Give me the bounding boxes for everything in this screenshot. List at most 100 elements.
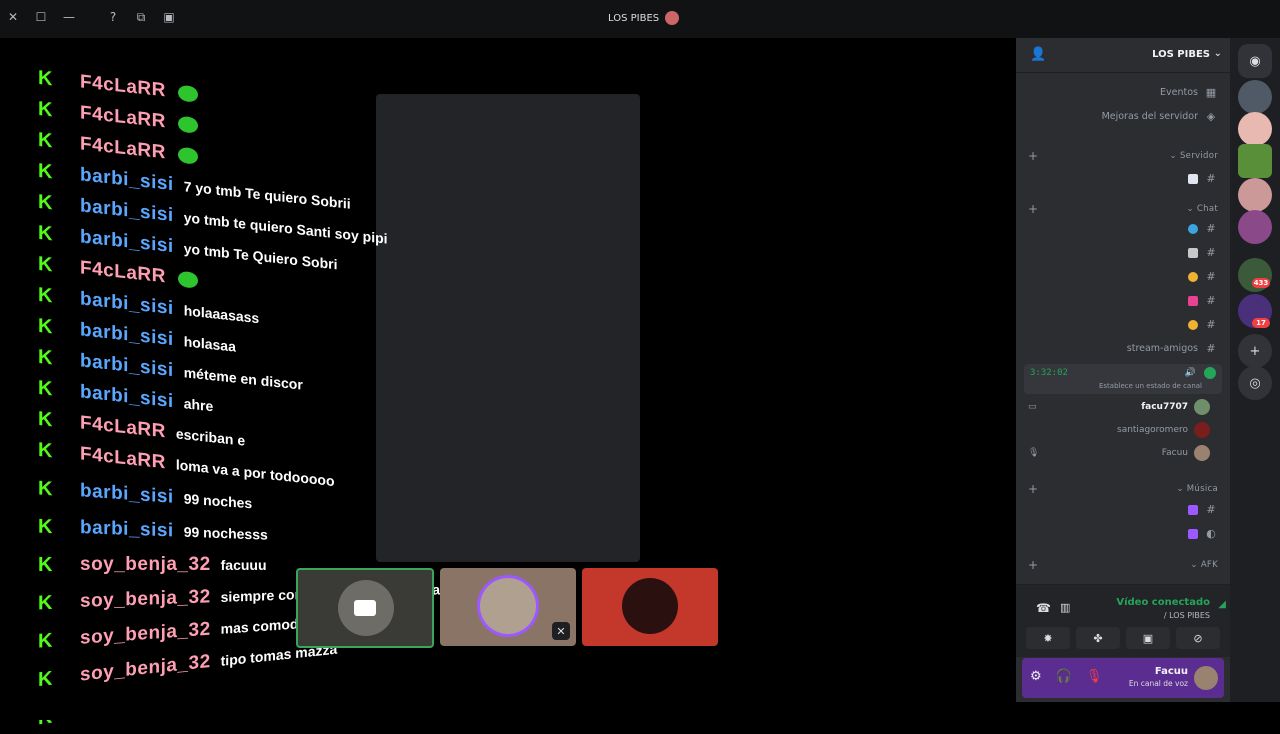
voice-user[interactable]: santiagoromero (1117, 422, 1210, 438)
server-name: LOS PIBES (1152, 49, 1210, 60)
participant-tile-2[interactable]: ✕ (440, 568, 576, 646)
channel-emoji-icon (1188, 319, 1198, 330)
bottom-strip (0, 702, 1280, 720)
user-status: En canal de voz (1128, 679, 1188, 688)
add-server-icon[interactable]: + (1238, 334, 1272, 368)
channel-emoji-icon (1188, 247, 1198, 258)
channel-stream-amigos[interactable]: stream-amigos # (1127, 342, 1218, 355)
chat-username: soy_benja_32 (80, 618, 211, 649)
channel-item[interactable]: # (1188, 294, 1218, 307)
category-servidor[interactable]: ⌄ Servidor (1170, 151, 1218, 161)
hashtag-icon: # (1206, 342, 1216, 355)
user-name[interactable]: Facuu (1155, 666, 1188, 677)
signal-icon[interactable]: ◢ (1218, 599, 1226, 610)
participant-tile-3[interactable] (582, 568, 718, 646)
user-controls: ⚙ 🎧 🎙 (1030, 669, 1102, 684)
voice-user-name: santiagoromero (1117, 425, 1188, 435)
screen-share-button[interactable]: ▣ (1126, 627, 1170, 649)
close-icon[interactable]: ✕ (6, 10, 20, 24)
voice-user[interactable]: Facuu (1162, 445, 1210, 461)
disconnect-icon[interactable]: ☎ (1036, 601, 1051, 615)
channel-item[interactable]: ◐ (1188, 527, 1218, 540)
add-channel-icon[interactable]: + (1028, 149, 1038, 163)
add-channel-icon[interactable]: + (1028, 202, 1038, 216)
voice-user-name: Facuu (1161, 448, 1188, 458)
server-icon[interactable] (1238, 144, 1272, 178)
chat-message-text: méteme en discor (183, 363, 303, 393)
kick-logo-icon: K (38, 97, 53, 121)
add-channel-icon[interactable]: + (1028, 482, 1038, 496)
channel-item[interactable]: # (1188, 246, 1218, 259)
kick-logo-icon: K (38, 159, 53, 183)
chat-message-text: 99 noches (183, 490, 253, 511)
server-icon[interactable] (1238, 178, 1272, 212)
user-avatar[interactable] (1194, 666, 1218, 690)
server-header[interactable]: 👤 LOS PIBES ⌄ (1016, 38, 1230, 73)
calendar-icon: ▦ (1205, 86, 1217, 99)
server-icon[interactable] (1238, 80, 1272, 114)
channel-status[interactable]: Establece un estado de canal (1099, 382, 1202, 390)
mic-muted-icon: ✕ (552, 622, 570, 640)
maximize-icon[interactable]: ☐ (34, 10, 48, 24)
help-icon[interactable]: ? (106, 10, 120, 24)
channel-item[interactable]: # (1188, 318, 1218, 331)
inbox-icon[interactable]: ▣ (162, 10, 176, 24)
kick-logo-icon: K (38, 591, 53, 614)
kick-logo-icon: K (38, 66, 53, 90)
kick-logo-icon: K (38, 438, 53, 462)
voice-user[interactable]: facu7707 (1141, 399, 1210, 415)
invite-people-icon[interactable]: 👤 (1030, 47, 1046, 62)
active-voice-channel[interactable]: 3:32:02 🔊 Establece un estado de canal (1024, 364, 1222, 394)
channel-emoji-icon (1188, 271, 1198, 282)
mic-muted-icon: 🎙 (1028, 448, 1040, 458)
participant-tiles: ✕ (296, 568, 718, 648)
connection-title[interactable]: Vídeo conectado (1116, 597, 1210, 608)
chat-username: barbi_sisi (80, 516, 174, 541)
kick-logo-icon: K (38, 553, 53, 576)
boosts-label: Mejoras del servidor (1101, 111, 1198, 122)
channel-item[interactable]: # (1188, 222, 1218, 235)
voice-connection-panel: ☎ ▥ Vídeo conectado / LOS PIBES ◢ ✸ ✤ ▣ … (1016, 584, 1230, 657)
chat-emote-icon (177, 270, 198, 289)
channel-item[interactable]: # (1188, 172, 1218, 185)
events-item[interactable]: Eventos ▦ (1160, 86, 1218, 99)
category-label: Servidor (1179, 151, 1218, 161)
boosts-item[interactable]: Mejoras del servidor ◈ (1102, 110, 1218, 123)
category-label: Música (1186, 484, 1218, 494)
mention-badge: 433 (1252, 278, 1270, 288)
participant-avatar-speaking (480, 578, 536, 634)
category-chat[interactable]: ⌄ Chat (1186, 204, 1218, 214)
mic-muted-icon[interactable]: 🎙 (1086, 669, 1103, 684)
chat-message-text: holaaasass (183, 301, 260, 326)
headphones-icon[interactable]: 🎧 (1056, 669, 1072, 684)
server-rail: ◉ 433 17 + ◎ (1230, 38, 1280, 702)
popout-icon[interactable]: ⧉ (134, 10, 148, 24)
add-channel-icon[interactable]: + (1028, 558, 1038, 572)
kick-logo-icon: K (38, 476, 53, 500)
channel-item[interactable]: # (1188, 270, 1218, 283)
settings-gear-icon[interactable]: ⚙ (1030, 669, 1042, 684)
camera-off-button[interactable]: ⊘ (1176, 627, 1220, 649)
channel-item[interactable]: # (1188, 503, 1218, 516)
chat-message-text: holasaa (183, 332, 236, 355)
participant-tile-camera[interactable] (296, 568, 434, 648)
channel-emoji-icon (1188, 528, 1198, 539)
connection-subtitle[interactable]: / LOS PIBES (1164, 611, 1210, 620)
chevron-down-icon: ⌄ (1213, 48, 1222, 59)
voice-user-avatar (1194, 422, 1210, 438)
server-avatar-icon (665, 11, 680, 25)
category-musica[interactable]: ⌄ Música (1176, 484, 1218, 494)
voice-user-avatar (1194, 445, 1210, 461)
category-afk[interactable]: ⌄ AFK (1190, 560, 1218, 570)
kick-logo-icon: K (38, 314, 53, 338)
category-label: Chat (1196, 204, 1218, 214)
discord-home-icon[interactable]: ◉ (1238, 44, 1272, 78)
activities-button[interactable]: ✤ (1076, 627, 1120, 649)
noise-suppression-icon[interactable]: ▥ (1060, 601, 1070, 614)
soundboard-button[interactable]: ✸ (1026, 627, 1070, 649)
discover-icon[interactable]: ◎ (1238, 366, 1272, 400)
minimize-icon[interactable]: — (62, 10, 76, 24)
server-folder-icon[interactable] (1238, 210, 1272, 244)
server-icon[interactable] (1238, 112, 1272, 146)
speaker-icon: 🔊 (1184, 368, 1196, 378)
